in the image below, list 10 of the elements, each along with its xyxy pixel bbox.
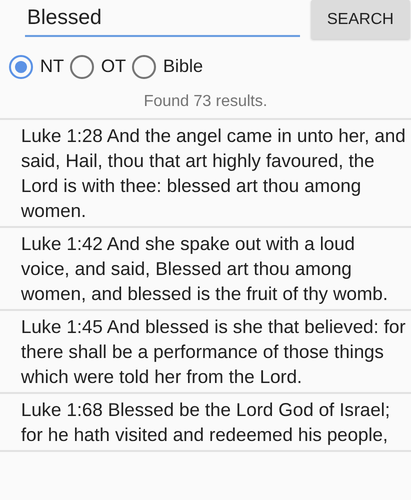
scope-radio[interactable]: Bible	[132, 53, 204, 80]
scope-radio[interactable]: OT	[70, 53, 126, 80]
verse-result[interactable]: Luke 1:42 And she spake out with a loud voice, and said, Blessed art thou among women, and blessed is the fruit of thy womb.	[0, 228, 411, 311]
scope-radio[interactable]: NT	[9, 53, 64, 80]
verse-result[interactable]: Luke 1:28 And the angel came in unto her, and said, Hail, thou that art highly favoured, the Lord is with thee: blessed art thou among women.	[0, 120, 411, 228]
results-count: Found 73 results.	[142, 92, 268, 112]
verse-result[interactable]: Luke 1:45 And blessed is she that believed: for there shall be a performance of those things which were told her from the Lord.	[0, 311, 411, 394]
verse-result[interactable]: Luke 1:68 Blessed be the Lord God of Israel; for he hath visited and redeemed his people,	[0, 394, 411, 452]
search-field[interactable]: Blessed	[25, 0, 300, 37]
search-button[interactable]: SEARCH	[311, 0, 410, 39]
